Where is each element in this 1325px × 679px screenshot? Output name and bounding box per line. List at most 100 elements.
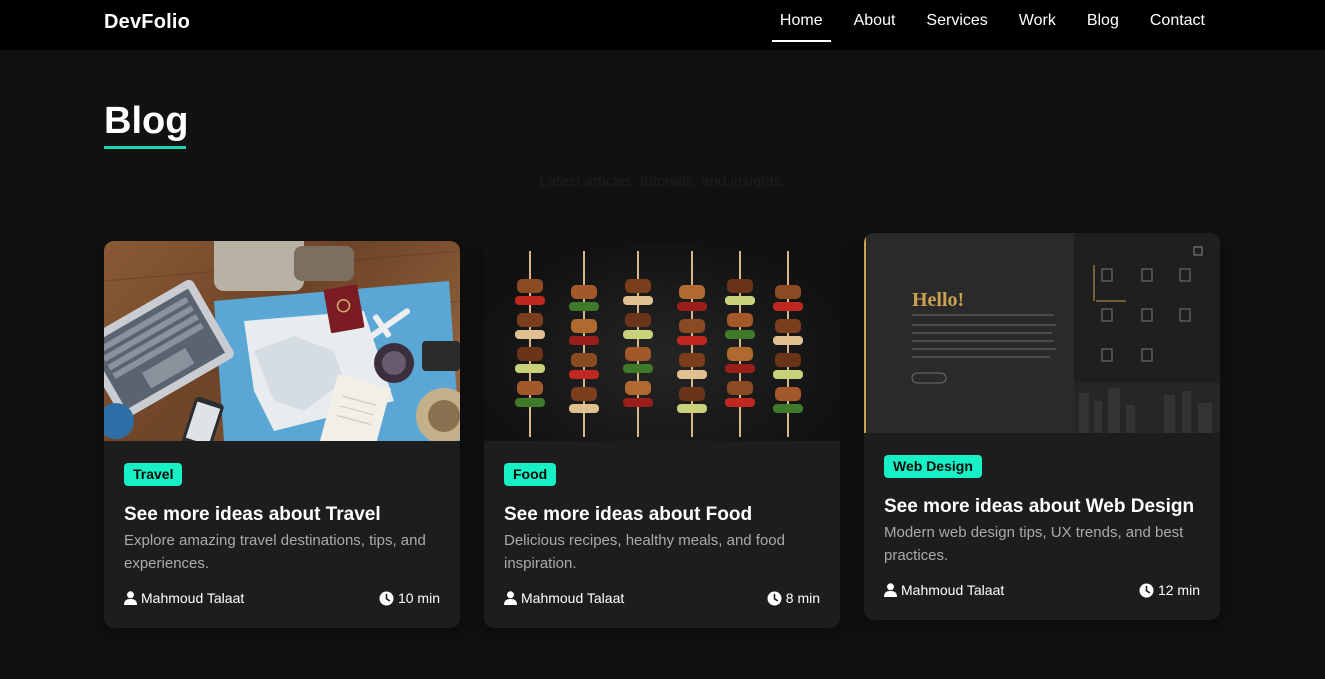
meat-piece (571, 319, 597, 333)
read-time: 12 min (1139, 582, 1200, 598)
tag-food[interactable]: Food (504, 463, 557, 486)
clock-icon (767, 591, 782, 605)
meat-piece (625, 279, 651, 293)
user-icon (884, 583, 897, 597)
vegetable-piece (623, 296, 653, 305)
author: Mahmoud Talaat (124, 590, 244, 606)
nav-item-services[interactable]: Services (918, 0, 995, 42)
meat-piece (625, 381, 651, 395)
vegetable-piece (677, 370, 707, 379)
vegetable-piece (773, 336, 803, 345)
food-illustration (515, 251, 803, 437)
user-icon (504, 591, 517, 605)
author-name: Mahmoud Talaat (141, 590, 245, 606)
vegetable-piece (677, 336, 707, 345)
vegetable-piece (623, 364, 653, 373)
card-description: Explore amazing travel destinations, tip… (124, 532, 426, 572)
vegetable-piece (725, 296, 755, 305)
read-time-value: 10 min (397, 590, 440, 606)
vegetable-piece (773, 370, 803, 379)
card-body: Travel See more ideas about Travel Explo… (104, 441, 460, 575)
meat-piece (727, 279, 753, 293)
card-body: Food See more ideas about Food Delicious… (484, 441, 840, 575)
read-time: 10 min (379, 590, 440, 606)
page-subtitle: Latest articles, tutorials, and insights… (539, 173, 786, 190)
meat-piece (571, 387, 597, 401)
blog-card-web-design[interactable]: Hello! Web Design See more ideas about W… (864, 233, 1220, 620)
vegetable-piece (515, 296, 545, 305)
vegetable-piece (677, 404, 707, 413)
vegetable-piece (569, 302, 599, 311)
meat-piece (517, 381, 543, 395)
card-description: Modern web design tips, UX trends, and b… (884, 524, 1184, 564)
blog-card-food[interactable]: Food See more ideas about Food Delicious… (484, 241, 840, 628)
nav-item-about[interactable]: About (846, 0, 904, 42)
title-underline (104, 146, 186, 149)
vegetable-piece (623, 330, 653, 339)
card-description: Delicious recipes, healthy meals, and fo… (504, 532, 785, 572)
nav-item-home[interactable]: Home (771, 0, 831, 42)
user-icon (124, 591, 137, 605)
web-mockup-illustration: Hello! (864, 233, 1220, 433)
card-title[interactable]: See more ideas about Food (504, 503, 820, 527)
vegetable-piece (569, 336, 599, 345)
nav-links: Home About Services Work Blog Contact (757, 0, 1213, 50)
meat-piece (727, 347, 753, 361)
vegetable-piece (569, 404, 599, 413)
read-time-value: 12 min (1157, 582, 1200, 598)
travel-illustration (104, 241, 460, 441)
meat-piece (517, 313, 543, 327)
vegetable-piece (515, 330, 545, 339)
brand-logo[interactable]: DevFolio (104, 11, 190, 34)
tag-web-design[interactable]: Web Design (884, 455, 982, 478)
food-skewers-image[interactable] (484, 241, 840, 441)
meat-piece (775, 353, 801, 367)
vegetable-piece (725, 330, 755, 339)
meat-piece (679, 353, 705, 367)
meat-piece (775, 319, 801, 333)
meat-piece (517, 279, 543, 293)
travel-flatlay-image[interactable] (104, 241, 460, 441)
navbar: DevFolio Home About Services Work Blog C… (0, 0, 1325, 50)
vegetable-piece (515, 364, 545, 373)
card-title[interactable]: See more ideas about Travel (124, 503, 440, 527)
page-title: Blog (104, 100, 189, 142)
meat-piece (625, 313, 651, 327)
tag-travel[interactable]: Travel (124, 463, 183, 486)
meat-piece (517, 347, 543, 361)
vegetable-piece (569, 370, 599, 379)
clock-icon (379, 591, 394, 605)
author: Mahmoud Talaat (504, 590, 624, 606)
meat-piece (571, 353, 597, 367)
meat-piece (727, 313, 753, 327)
meat-piece (775, 285, 801, 299)
vegetable-piece (515, 398, 545, 407)
card-meta: Mahmoud Talaat 12 min (884, 582, 1200, 598)
vegetable-piece (623, 398, 653, 407)
meat-piece (775, 387, 801, 401)
author-name: Mahmoud Talaat (901, 582, 1005, 598)
clock-icon (1139, 583, 1154, 597)
author: Mahmoud Talaat (884, 582, 1004, 598)
card-body: Web Design See more ideas about Web Desi… (864, 433, 1220, 567)
card-title[interactable]: See more ideas about Web Design (884, 495, 1200, 519)
meat-piece (625, 347, 651, 361)
nav-item-contact[interactable]: Contact (1142, 0, 1213, 42)
meat-piece (727, 381, 753, 395)
mockup-heading: Hello! (912, 289, 964, 311)
card-meta: Mahmoud Talaat 8 min (504, 590, 820, 606)
meat-piece (679, 319, 705, 333)
author-name: Mahmoud Talaat (521, 590, 625, 606)
nav-item-blog[interactable]: Blog (1079, 0, 1127, 42)
meat-piece (571, 285, 597, 299)
vegetable-piece (725, 398, 755, 407)
card-meta: Mahmoud Talaat 10 min (124, 590, 440, 606)
nav-item-work[interactable]: Work (1011, 0, 1064, 42)
vegetable-piece (677, 302, 707, 311)
vegetable-piece (773, 404, 803, 413)
vegetable-piece (773, 302, 803, 311)
read-time: 8 min (767, 590, 820, 606)
vegetable-piece (725, 364, 755, 373)
web-design-mockup-image[interactable]: Hello! (864, 233, 1220, 433)
blog-card-travel[interactable]: Travel See more ideas about Travel Explo… (104, 241, 460, 628)
